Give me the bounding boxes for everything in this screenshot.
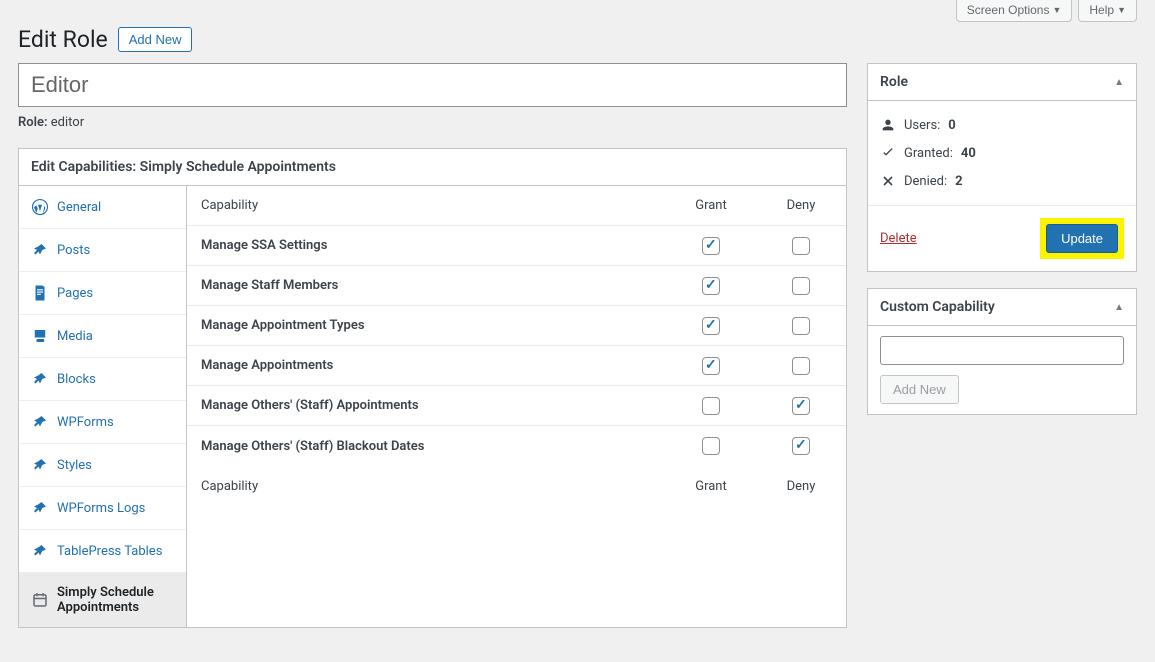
col-deny: Deny [756, 198, 846, 213]
capability-row: Manage Others' (Staff) Appointments [187, 386, 846, 426]
tab-label: Pages [57, 286, 93, 301]
capability-name: Manage Appointments [187, 348, 666, 383]
deny-checkbox[interactable] [792, 237, 810, 255]
role-name-input[interactable] [18, 63, 847, 107]
screen-options-button[interactable]: Screen Options ▼ [956, 0, 1073, 22]
capability-row: Manage Appointment Types [187, 306, 846, 346]
tab-label: WPForms Logs [57, 501, 145, 516]
pin-icon [31, 413, 49, 431]
col-deny-footer: Deny [756, 479, 846, 494]
capability-row: Manage Staff Members [187, 266, 846, 306]
tab-styles[interactable]: Styles [19, 444, 186, 487]
col-grant: Grant [666, 198, 756, 213]
pin-icon [31, 542, 49, 560]
wp-icon [31, 198, 49, 216]
tab-label: Posts [57, 243, 90, 258]
granted-label: Granted: [904, 146, 953, 161]
col-grant-footer: Grant [666, 479, 756, 494]
capability-name: Manage Staff Members [187, 268, 666, 303]
capability-row: Manage SSA Settings [187, 226, 846, 266]
capability-table: Capability Grant Deny Manage SSA Setting… [187, 186, 846, 627]
tab-pages[interactable]: Pages [19, 272, 186, 315]
x-icon [880, 173, 896, 189]
chevron-down-icon: ▼ [1117, 5, 1126, 15]
screen-options-label: Screen Options [967, 3, 1050, 17]
tab-posts[interactable]: Posts [19, 229, 186, 272]
check-icon [880, 145, 896, 161]
tab-label: TablePress Tables [57, 544, 162, 559]
help-label: Help [1089, 3, 1114, 17]
users-label: Users: [904, 118, 940, 133]
granted-count: 40 [961, 146, 976, 161]
grant-checkbox[interactable] [702, 357, 720, 375]
add-custom-capability-button[interactable]: Add New [880, 375, 959, 404]
deny-checkbox[interactable] [792, 277, 810, 295]
update-highlight: Update [1040, 218, 1124, 259]
deny-checkbox[interactable] [792, 437, 810, 455]
capability-name: Manage Others' (Staff) Blackout Dates [187, 429, 666, 464]
capability-row: Manage Others' (Staff) Blackout Dates [187, 426, 846, 466]
deny-checkbox[interactable] [792, 397, 810, 415]
chevron-down-icon: ▼ [1052, 5, 1061, 15]
grant-checkbox[interactable] [702, 437, 720, 455]
page-icon [31, 284, 49, 302]
pin-icon [31, 456, 49, 474]
delete-role-link[interactable]: Delete [880, 231, 917, 246]
capability-name: Manage SSA Settings [187, 228, 666, 263]
grant-checkbox[interactable] [702, 277, 720, 295]
role-box-title: Role [880, 74, 908, 90]
grant-checkbox[interactable] [702, 237, 720, 255]
tab-label: Simply Schedule Appointments [57, 585, 174, 615]
tab-simply-schedule-appointments[interactable]: Simply Schedule Appointments [19, 573, 186, 627]
cal-icon [31, 591, 49, 609]
denied-count: 2 [955, 174, 962, 189]
chevron-up-icon[interactable]: ▲ [1114, 77, 1124, 88]
chevron-up-icon[interactable]: ▲ [1114, 302, 1124, 313]
col-capability-footer: Capability [187, 469, 666, 504]
tab-wpforms[interactable]: WPForms [19, 401, 186, 444]
deny-checkbox[interactable] [792, 357, 810, 375]
pin-icon [31, 241, 49, 259]
tab-blocks[interactable]: Blocks [19, 358, 186, 401]
tab-tablepress-tables[interactable]: TablePress Tables [19, 530, 186, 573]
denied-label: Denied: [904, 174, 947, 189]
grant-checkbox[interactable] [702, 317, 720, 335]
capabilities-box-header: Edit Capabilities: Simply Schedule Appoi… [19, 149, 846, 186]
media-icon [31, 327, 49, 345]
tab-label: Styles [57, 458, 92, 473]
capabilities-box: Edit Capabilities: Simply Schedule Appoi… [18, 148, 847, 628]
custom-capability-box: Custom Capability ▲ Add New [867, 288, 1137, 415]
help-button[interactable]: Help ▼ [1078, 0, 1137, 22]
role-box: Role ▲ Users: 0 Granted: 40 [867, 63, 1137, 272]
users-count: 0 [948, 118, 955, 133]
capability-row: Manage Appointments [187, 346, 846, 386]
tab-label: Blocks [57, 372, 96, 387]
capability-name: Manage Appointment Types [187, 308, 666, 343]
users-icon [880, 117, 896, 133]
tab-label: Media [57, 329, 93, 344]
custom-cap-title: Custom Capability [880, 299, 995, 315]
custom-capability-input[interactable] [880, 336, 1124, 365]
tab-media[interactable]: Media [19, 315, 186, 358]
add-new-role-button[interactable]: Add New [118, 27, 193, 52]
tab-label: General [57, 200, 101, 215]
col-capability: Capability [187, 188, 666, 223]
capability-name: Manage Others' (Staff) Appointments [187, 388, 666, 423]
grant-checkbox[interactable] [702, 397, 720, 415]
page-title: Edit Role [18, 26, 108, 53]
pin-icon [31, 499, 49, 517]
capability-tabs: General Posts Pages Media Blocks WPForms Style… [19, 186, 187, 627]
tab-label: WPForms [57, 415, 114, 430]
role-slug: Role: editor [18, 115, 847, 130]
tab-general[interactable]: General [19, 186, 186, 229]
deny-checkbox[interactable] [792, 317, 810, 335]
pin-icon [31, 370, 49, 388]
tab-wpforms-logs[interactable]: WPForms Logs [19, 487, 186, 530]
update-button[interactable]: Update [1046, 224, 1118, 253]
